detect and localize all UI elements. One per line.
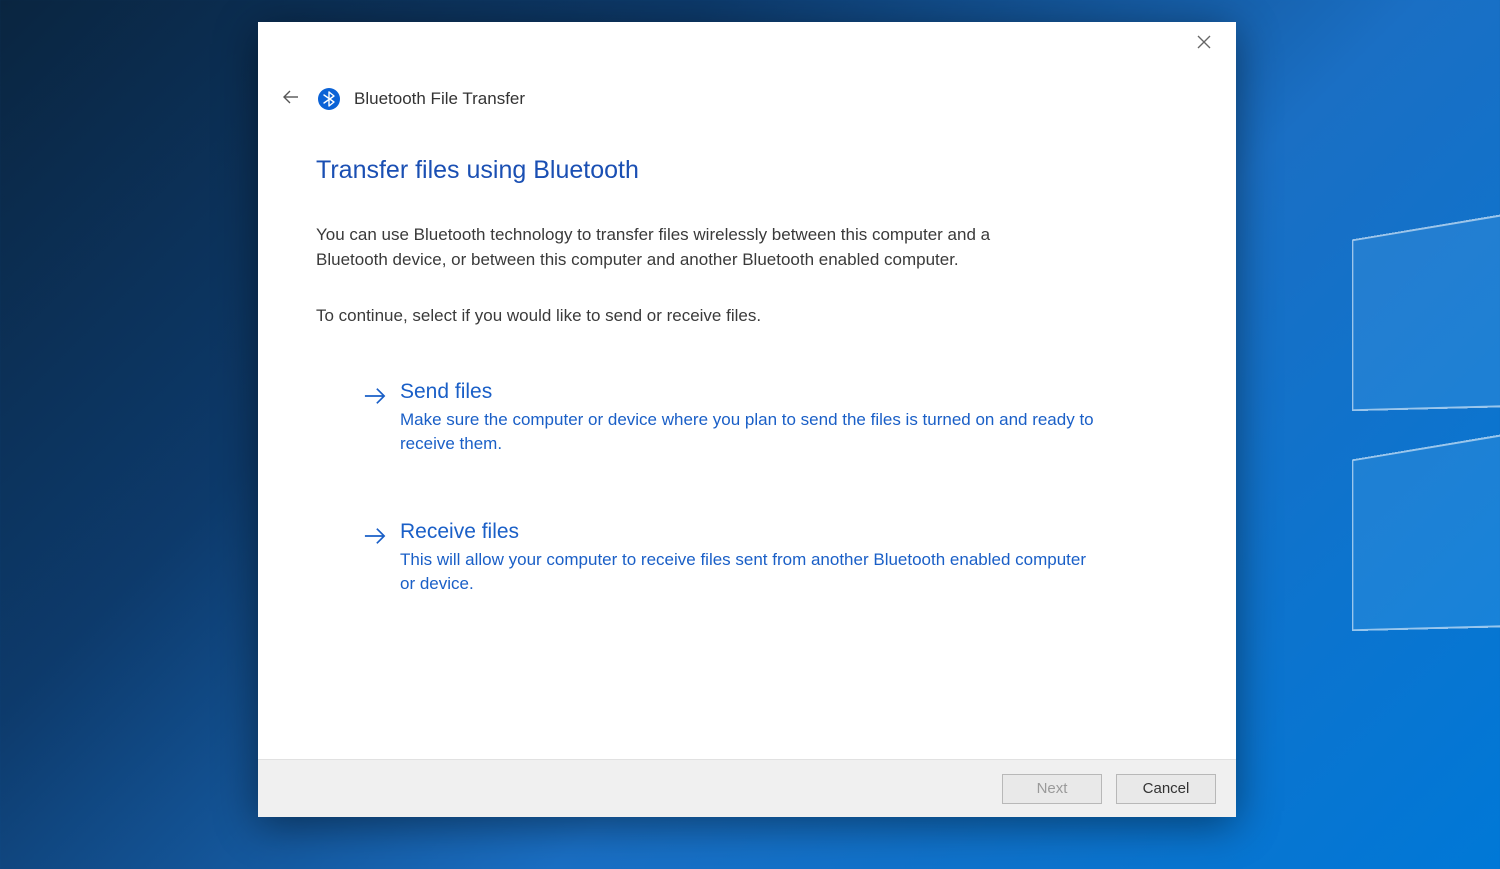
next-button[interactable]: Next (1002, 774, 1102, 804)
back-button[interactable] (278, 86, 304, 112)
close-button[interactable] (1184, 28, 1224, 60)
option-description: Make sure the computer or device where y… (400, 408, 1096, 456)
arrow-left-icon (282, 88, 300, 111)
option-send-files[interactable]: Send files Make sure the computer or dev… (316, 374, 1096, 462)
option-body: Receive files This will allow your compu… (400, 520, 1096, 596)
page-heading: Transfer files using Bluetooth (316, 156, 1178, 185)
cancel-button[interactable]: Cancel (1116, 774, 1216, 804)
option-body: Send files Make sure the computer or dev… (400, 380, 1096, 456)
close-icon (1197, 35, 1211, 54)
arrow-right-icon (364, 526, 386, 596)
option-receive-files[interactable]: Receive files This will allow your compu… (316, 514, 1096, 602)
option-title: Send files (400, 380, 1096, 404)
desktop-background-logo (1200, 185, 1500, 685)
bluetooth-icon (318, 88, 340, 110)
wizard-window: Bluetooth File Transfer Transfer files u… (258, 22, 1236, 817)
content-area: Transfer files using Bluetooth You can u… (258, 112, 1236, 759)
header-row: Bluetooth File Transfer (258, 86, 1236, 112)
continue-hint: To continue, select if you would like to… (316, 306, 1178, 326)
titlebar (258, 22, 1236, 66)
app-title: Bluetooth File Transfer (354, 89, 525, 109)
intro-text: You can use Bluetooth technology to tran… (316, 223, 1036, 272)
footer: Next Cancel (258, 759, 1236, 817)
option-description: This will allow your computer to receive… (400, 548, 1096, 596)
option-title: Receive files (400, 520, 1096, 544)
arrow-right-icon (364, 386, 386, 456)
